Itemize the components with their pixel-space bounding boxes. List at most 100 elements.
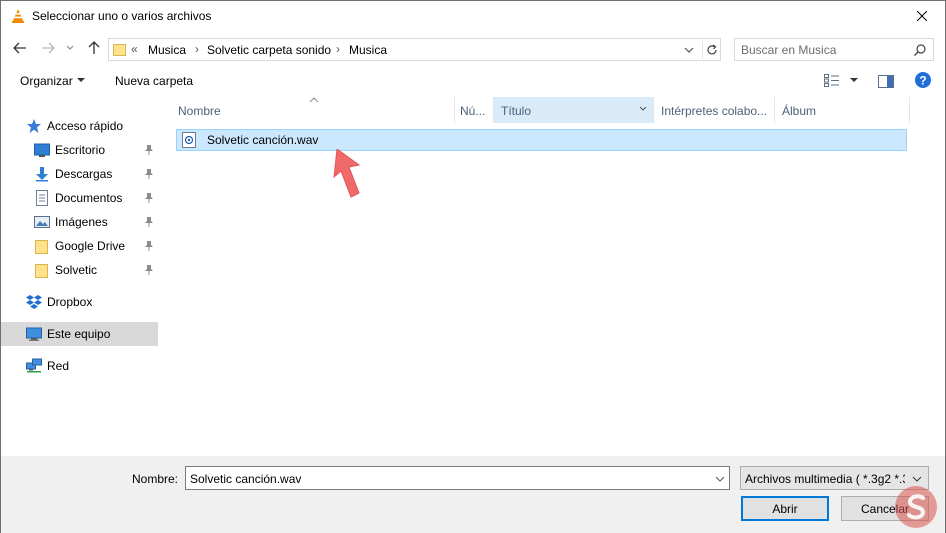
search-input[interactable]: Buscar en Musica xyxy=(734,38,934,61)
sidebar-item-desktop[interactable]: Escritorio xyxy=(1,138,158,162)
audio-file-icon xyxy=(182,132,196,148)
sidebar-item-dropbox[interactable]: Dropbox xyxy=(1,290,158,314)
sidebar-item-google-drive[interactable]: Google Drive xyxy=(1,234,158,258)
file-name: Solvetic canción.wav xyxy=(207,133,319,147)
column-label: Álbum xyxy=(782,104,817,118)
column-label: Título xyxy=(501,104,532,118)
address-bar[interactable]: « Musica › Solvetic carpeta sonido › Mus… xyxy=(108,38,721,61)
arrow-left-icon xyxy=(13,42,26,54)
folder-icon xyxy=(35,264,48,278)
arrow-up-icon xyxy=(88,41,100,54)
chevron-down-icon[interactable] xyxy=(682,44,696,56)
pictures-icon xyxy=(34,216,50,228)
sidebar-item-label: Dropbox xyxy=(47,295,93,309)
up-button[interactable] xyxy=(85,39,103,57)
sidebar-item-label: Descargas xyxy=(55,167,113,181)
breadcrumb-separator: › xyxy=(336,42,340,56)
sidebar-item-pictures[interactable]: Imágenes xyxy=(1,210,158,234)
sidebar-item-label: Solvetic xyxy=(55,263,98,277)
sidebar-item-quick-access[interactable]: Acceso rápido xyxy=(1,114,158,138)
sidebar-item-label: Escritorio xyxy=(55,143,106,157)
breadcrumb-item[interactable]: Musica xyxy=(148,43,186,57)
sidebar-item-network[interactable]: Red xyxy=(1,354,158,378)
pin-icon[interactable] xyxy=(143,216,155,228)
breadcrumb-separator: › xyxy=(195,42,199,56)
sidebar-item-label: Imágenes xyxy=(55,215,108,229)
annotation-arrow-icon xyxy=(333,149,361,198)
column-contributing-artists[interactable]: Intérpretes colabo... xyxy=(654,97,775,123)
chevron-down-icon xyxy=(77,78,85,82)
file-row[interactable]: Solvetic canción.wav xyxy=(176,129,907,151)
sidebar-item-label: Acceso rápido xyxy=(47,119,124,133)
file-name-field[interactable]: Solvetic canción.wav xyxy=(185,466,730,490)
column-header-row: Nombre Nú... Título Intérpretes colabo..… xyxy=(171,97,911,123)
column-label: Intérpretes colabo... xyxy=(661,104,768,118)
sidebar-item-downloads[interactable]: Descargas xyxy=(1,162,158,186)
chevron-down-icon[interactable] xyxy=(715,476,725,482)
chevron-down-icon xyxy=(66,45,74,50)
sidebar-item-this-pc[interactable]: Este equipo xyxy=(1,322,158,346)
watermark-logo-icon xyxy=(895,486,937,528)
column-name[interactable]: Nombre xyxy=(171,97,455,123)
pin-icon[interactable] xyxy=(143,144,155,156)
chevron-down-icon[interactable] xyxy=(850,78,858,82)
document-icon xyxy=(36,190,48,206)
close-icon xyxy=(917,11,927,21)
title-bar: Seleccionar uno o varios archivos xyxy=(1,1,945,31)
column-album[interactable]: Álbum xyxy=(775,97,910,123)
chevron-down-icon[interactable] xyxy=(639,106,647,112)
folder-icon xyxy=(35,240,48,254)
sidebar-item-label: Red xyxy=(47,359,70,373)
refresh-icon xyxy=(706,44,717,55)
column-title[interactable]: Título xyxy=(494,97,654,123)
pin-icon[interactable] xyxy=(143,264,155,276)
desktop-icon xyxy=(34,143,50,157)
sidebar-item-solvetic[interactable]: Solvetic xyxy=(1,258,158,282)
star-icon xyxy=(27,119,41,133)
file-name-label: Nombre: xyxy=(132,472,179,486)
sidebar-item-documents[interactable]: Documentos xyxy=(1,186,158,210)
navigation-row: « Musica › Solvetic carpeta sonido › Mus… xyxy=(1,35,945,63)
preview-pane-icon[interactable] xyxy=(878,75,894,88)
arrow-right-icon xyxy=(42,42,55,54)
column-label: Nombre xyxy=(178,104,221,118)
window-title: Seleccionar uno o varios archivos xyxy=(32,9,212,23)
folder-icon xyxy=(113,44,126,56)
dialog-footer: Nombre: Solvetic canción.wav Archivos mu… xyxy=(1,456,945,533)
svg-text:?: ? xyxy=(919,74,926,88)
file-open-dialog: Seleccionar uno o varios archivos « Musi… xyxy=(0,0,946,533)
file-name-value: Solvetic canción.wav xyxy=(190,472,302,486)
refresh-button[interactable] xyxy=(702,41,720,59)
navigation-pane: Acceso rápido Escritorio Descargas Docum… xyxy=(1,97,159,455)
recent-locations-button[interactable] xyxy=(64,39,76,57)
column-number[interactable]: Nú... xyxy=(455,97,494,123)
pin-icon[interactable] xyxy=(143,240,155,252)
computer-icon xyxy=(26,327,42,341)
close-button[interactable] xyxy=(899,1,945,31)
help-icon[interactable]: ? xyxy=(915,72,931,88)
back-button[interactable] xyxy=(11,39,29,57)
command-toolbar: Organizar Nueva carpeta ? xyxy=(1,67,945,95)
sidebar-item-label: Google Drive xyxy=(55,239,126,253)
pin-icon[interactable] xyxy=(143,168,155,180)
search-placeholder: Buscar en Musica xyxy=(741,43,837,57)
network-icon xyxy=(26,358,42,373)
file-list-pane: Nombre Nú... Título Intérpretes colabo..… xyxy=(171,97,945,455)
search-icon xyxy=(914,44,926,56)
sidebar-item-label: Documentos xyxy=(55,191,123,205)
organize-button[interactable]: Organizar xyxy=(20,74,73,88)
new-folder-button[interactable]: Nueva carpeta xyxy=(115,74,193,88)
breadcrumb-overflow[interactable]: « xyxy=(131,42,138,56)
view-options-icon[interactable] xyxy=(824,74,840,87)
forward-button[interactable] xyxy=(39,39,57,57)
breadcrumb-item[interactable]: Solvetic carpeta sonido xyxy=(207,43,331,57)
download-icon xyxy=(36,167,48,182)
file-type-value: Archivos multimedia ( *.3g2 *.3 xyxy=(745,472,905,486)
breadcrumb-item[interactable]: Musica xyxy=(349,43,387,57)
pin-icon[interactable] xyxy=(143,192,155,204)
open-button[interactable]: Abrir xyxy=(741,496,829,521)
column-label: Nú... xyxy=(460,104,486,118)
vlc-cone-icon xyxy=(12,9,24,23)
chevron-down-icon xyxy=(912,476,922,482)
sidebar-item-label: Este equipo xyxy=(47,327,111,341)
